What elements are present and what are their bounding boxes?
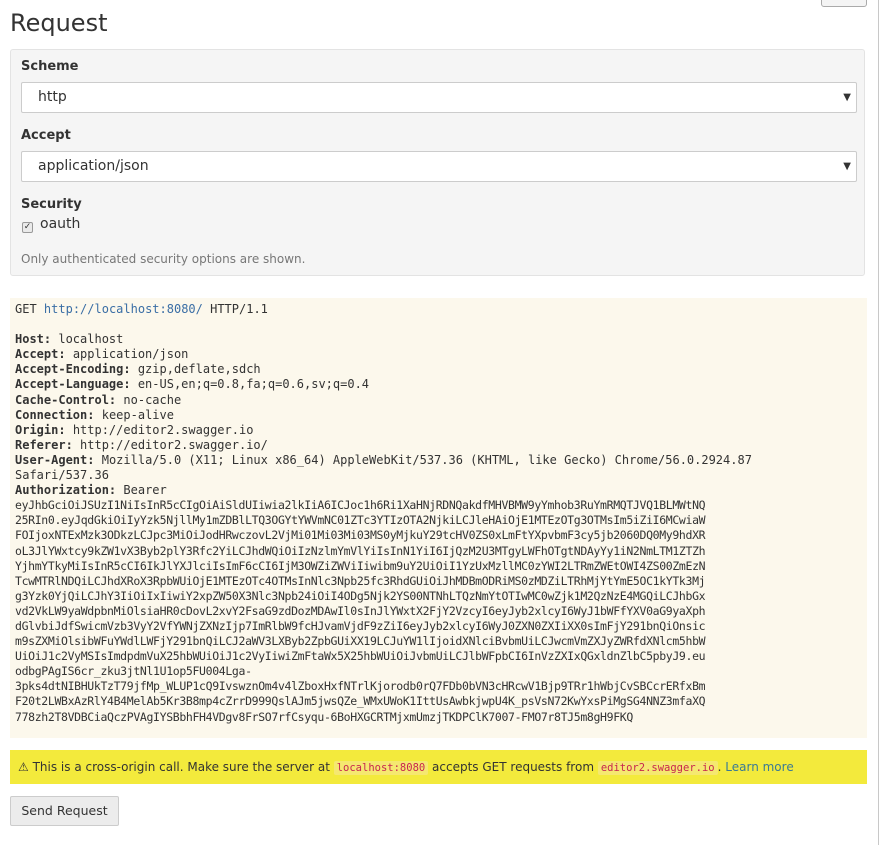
token-line: odbgPAgIS6cr_zku3jtNl1U1op5FU004Lga- bbox=[15, 664, 252, 679]
learn-more-link[interactable]: Learn more bbox=[725, 760, 793, 774]
accept-select[interactable]: application/json ▼ bbox=[21, 151, 857, 182]
header-value: en-US,en;q=0.8,fa;q=0.6,sv;q=0.4 bbox=[137, 377, 370, 392]
warning-text: This is a cross-origin call. Make sure t… bbox=[28, 760, 334, 774]
request-header: Connection: keep-alive bbox=[15, 408, 862, 423]
header-value-continuation: Safari/537.36 bbox=[15, 468, 109, 483]
header-name: Accept: bbox=[15, 347, 66, 362]
token-line: 778zh2T8VDBCiaQczPVAgIYSBbhFH4VDgv8FrSO7… bbox=[15, 709, 633, 724]
token-line: g3Yzk0YjQiLCJhY3IiOiIxIiwiY2xpZW50X3Nlc3… bbox=[15, 588, 706, 603]
accept-value: application/json bbox=[38, 158, 149, 174]
token-line: dGlvbiJdfSwicmVzb3VyY2VfYWNjZXNzIjp7ImRl… bbox=[15, 618, 706, 633]
request-header: Host: localhost bbox=[15, 332, 862, 347]
security-help-text: Only authenticated security options are … bbox=[21, 252, 306, 266]
request-url: http://localhost:8080/ bbox=[43, 302, 203, 316]
header-value: http://editor2.swagger.io bbox=[72, 422, 254, 437]
header-name: Accept-Encoding: bbox=[15, 362, 131, 377]
request-line: GET http://localhost:8080/ HTTP/1.1 bbox=[15, 302, 862, 317]
header-value: gzip,deflate,sdch bbox=[137, 362, 261, 377]
header-value: localhost bbox=[58, 332, 124, 347]
token-line: FOIjoxNTExMzk3ODkzLCJpc3MiOiJodHRwczovL2… bbox=[15, 528, 706, 543]
request-header: Authorization: Bearer bbox=[15, 483, 862, 498]
header-name: Accept-Language: bbox=[15, 377, 131, 392]
header-name: Cache-Control: bbox=[15, 392, 117, 407]
top-partial-button[interactable] bbox=[821, 0, 867, 7]
header-name: Host: bbox=[15, 332, 52, 347]
request-options-panel: Scheme http ▼ Accept application/json ▼ … bbox=[10, 49, 865, 276]
token-line: oL3JlYWxtcy9kZW1vX3Byb2plY3Rfc2YiLCJhdWQ… bbox=[15, 543, 706, 558]
scheme-label: Scheme bbox=[21, 59, 79, 74]
accept-label: Accept bbox=[21, 128, 71, 143]
chevron-down-icon: ▼ bbox=[843, 92, 851, 103]
header-value: http://editor2.swagger.io/ bbox=[80, 437, 268, 452]
warning-icon: ⚠ bbox=[18, 760, 29, 774]
header-name: Connection: bbox=[15, 407, 95, 422]
header-value: keep-alive bbox=[101, 407, 174, 422]
request-header: Accept-Encoding: gzip,deflate,sdch bbox=[15, 362, 862, 377]
token-line: UiOiJ1c2VyMSIsImdpdmVuX25hbWUiOiJ1c2VyIi… bbox=[15, 649, 706, 664]
token-line: F20t2LWBxAzRlY4B4MelAb5Kr3B8mp4cZrrD999Q… bbox=[15, 694, 706, 709]
token-line: TcwMTRlNDQiLCJhdXRoX3RpbWUiOjE1MTEzOTc4O… bbox=[15, 573, 706, 588]
request-protocol: HTTP/1.1 bbox=[210, 302, 268, 316]
token-line: 3pks4dtNIBHUkTzT79jfMp_WLUP1cQ9IvswznOm4… bbox=[15, 679, 706, 694]
chevron-down-icon: ▼ bbox=[843, 161, 851, 172]
token-line: vd2VkLW9yaWdpbnMiOlsiaHR0cDovL2xvY2FsaG9… bbox=[15, 603, 706, 618]
header-value: Bearer bbox=[123, 483, 167, 498]
request-header: Referer: http://editor2.swagger.io/ bbox=[15, 438, 862, 453]
warning-text: accepts GET requests from bbox=[428, 760, 598, 774]
header-value: Mozilla/5.0 (X11; Linux x86_64) AppleWeb… bbox=[101, 452, 752, 467]
bearer-token: eyJhbGciOiJSUzI1NiIsInR5cCIgOiAiSldUIiwi… bbox=[15, 498, 862, 724]
header-name: Referer: bbox=[15, 437, 73, 452]
request-header: Cache-Control: no-cache bbox=[15, 393, 862, 408]
scheme-value: http bbox=[38, 89, 67, 105]
warning-server: localhost:8080 bbox=[333, 761, 429, 775]
token-line: 25RIn0.eyJqdGkiOiIyYzk5NjllMy1mZDBlLTQ3O… bbox=[15, 513, 706, 528]
request-header: User-Agent: Mozilla/5.0 (X11; Linux x86_… bbox=[15, 453, 862, 468]
token-line: YjhmYTkyMiIsInR5cCI6IkJlYXJlciIsImF6cCI6… bbox=[15, 558, 706, 573]
header-value: no-cache bbox=[123, 392, 182, 407]
request-header: Accept-Language: en-US,en;q=0.8,fa;q=0.6… bbox=[15, 377, 862, 392]
oauth-checkbox[interactable]: ✓ bbox=[22, 222, 33, 233]
page-title: Request bbox=[10, 9, 108, 37]
security-label: Security bbox=[21, 197, 82, 212]
panel-divider bbox=[878, 0, 879, 845]
send-request-button[interactable]: Send Request bbox=[10, 796, 119, 826]
token-line: eyJhbGciOiJSUzI1NiIsInR5cCIgOiAiSldUIiwi… bbox=[15, 498, 706, 513]
warning-origin: editor2.swagger.io bbox=[597, 761, 718, 775]
header-name: Authorization: bbox=[15, 483, 117, 498]
token-line: m9sZXMiOlsibWFuYWdlLWFjY291bnQiLCJ2aWV3L… bbox=[15, 634, 706, 649]
header-name: Origin: bbox=[15, 422, 66, 437]
oauth-label[interactable]: oauth bbox=[40, 216, 80, 232]
header-value: application/json bbox=[72, 347, 189, 362]
scheme-select[interactable]: http ▼ bbox=[21, 82, 857, 113]
header-name: User-Agent: bbox=[15, 452, 95, 467]
raw-request-preview: GET http://localhost:8080/ HTTP/1.1 Host… bbox=[10, 298, 867, 738]
request-header: Accept: application/json bbox=[15, 347, 862, 362]
request-headers: Host: localhost Accept: application/json A… bbox=[15, 332, 862, 453]
cors-warning: ⚠ This is a cross-origin call. Make sure… bbox=[10, 750, 867, 784]
request-header: Origin: http://editor2.swagger.io bbox=[15, 423, 862, 438]
request-method: GET bbox=[15, 302, 37, 316]
